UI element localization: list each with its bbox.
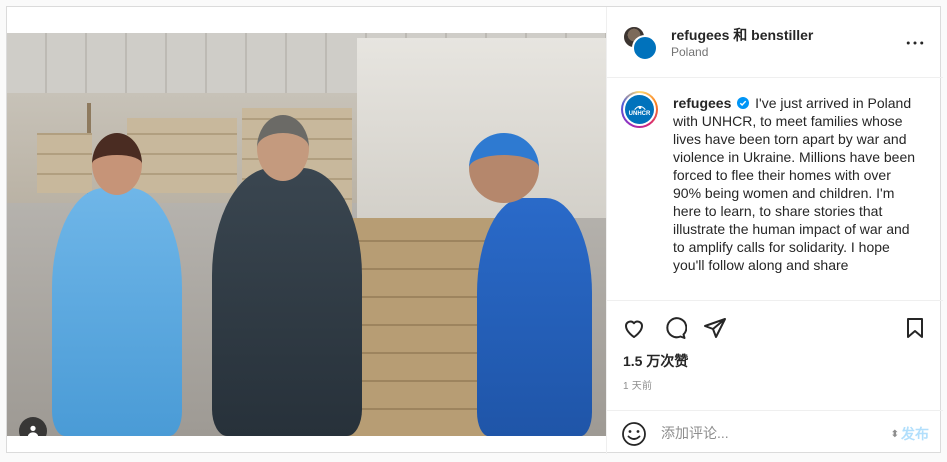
photo-boxes: [37, 133, 92, 193]
post-photo[interactable]: [7, 33, 606, 436]
photo-pallet: [347, 218, 497, 436]
photo-person: [212, 168, 362, 436]
caption-text-block: refugees I've just arrived in Poland wit…: [673, 94, 918, 274]
post-sidebar: refugees 和 benstiller Poland UNHCR refug…: [606, 7, 943, 454]
post-timestamp[interactable]: 1 天前: [623, 377, 652, 392]
post-comment-button[interactable]: ⬍ 发布: [891, 424, 929, 444]
caption-body: I've just arrived in Poland with UNHCR, …: [673, 95, 916, 273]
emoji-smile-icon[interactable]: [621, 421, 647, 447]
resize-arrows-icon: ⬍: [890, 428, 899, 440]
photo-person: [52, 188, 182, 436]
unhcr-logo: UNHCR: [625, 95, 654, 124]
paper-plane-icon[interactable]: [701, 314, 729, 342]
photo-person: [477, 198, 592, 436]
verified-badge-icon: [737, 97, 750, 109]
bookmark-icon[interactable]: [901, 314, 929, 342]
comment-bubble-icon[interactable]: [661, 314, 689, 342]
action-bar: 1.5 万次赞 1 天前: [607, 300, 943, 410]
avatar-unhcr-logo[interactable]: [632, 35, 658, 61]
photo-person-head: [469, 133, 539, 203]
collab-avatars[interactable]: [622, 25, 658, 61]
comment-input[interactable]: [661, 422, 861, 444]
comment-bar: ⬍ 发布: [607, 410, 943, 454]
caption-area: UNHCR refugees I've just arrived in Pola…: [607, 78, 943, 300]
photo-person-head: [257, 115, 309, 181]
more-horizontal-icon[interactable]: [903, 33, 927, 53]
caption-username[interactable]: refugees: [673, 95, 731, 111]
post-card: refugees 和 benstiller Poland UNHCR refug…: [6, 6, 943, 454]
post-comment-label: 发布: [901, 426, 929, 442]
photo-person-head: [92, 133, 142, 195]
collab-usernames[interactable]: refugees 和 benstiller: [671, 25, 813, 45]
heart-icon[interactable]: [620, 314, 648, 342]
post-header: refugees 和 benstiller Poland: [607, 7, 943, 78]
caption-avatar[interactable]: UNHCR: [621, 91, 658, 128]
location-link[interactable]: Poland: [671, 45, 708, 59]
like-count[interactable]: 1.5 万次赞: [623, 351, 688, 371]
photo-boxes: [127, 118, 237, 193]
